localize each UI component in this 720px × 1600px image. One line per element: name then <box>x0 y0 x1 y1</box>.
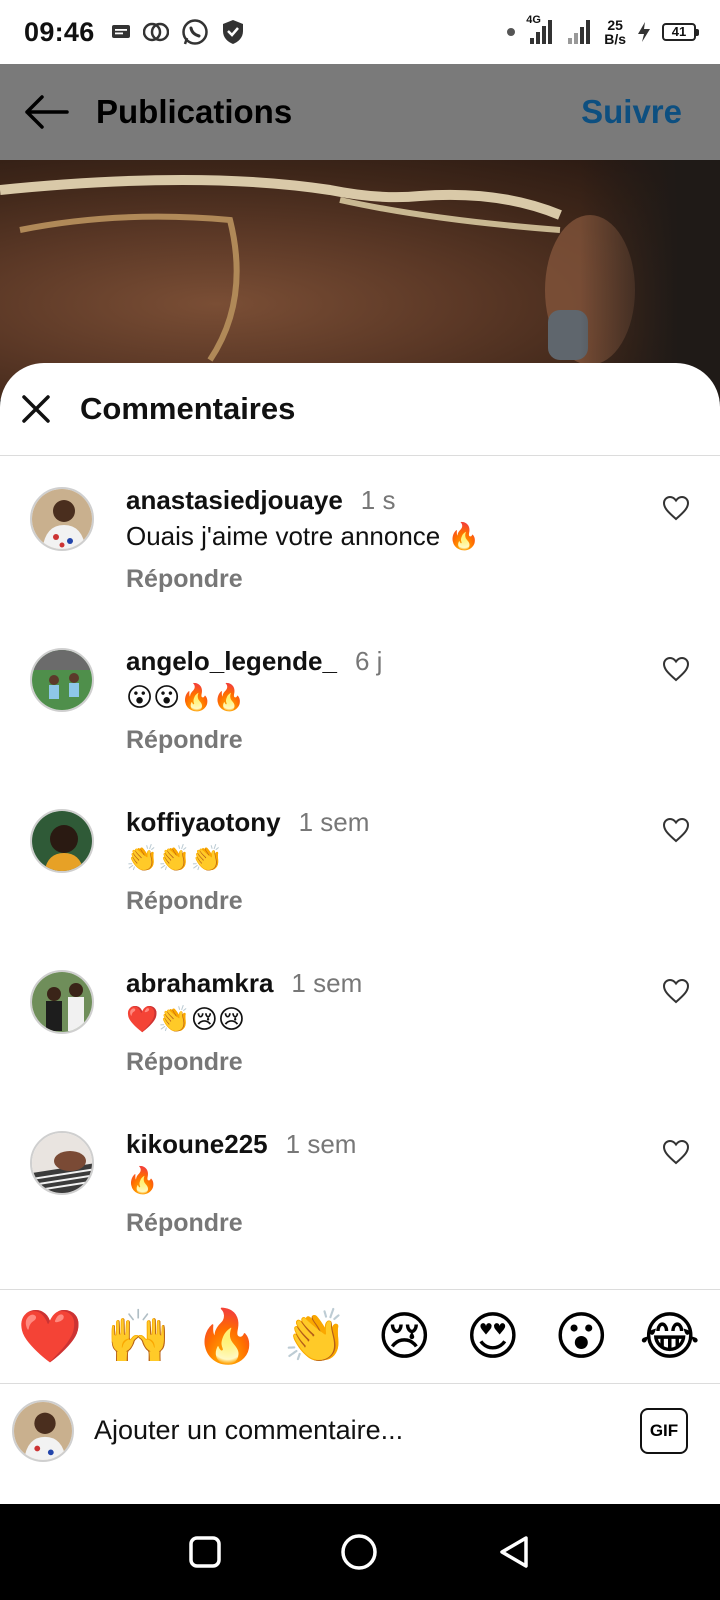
comment-username[interactable]: abrahamkra 1 sem <box>126 968 362 999</box>
comments-sheet: Commentaires anastasiedjouaye 1 s Ouais j… <box>0 363 720 1504</box>
system-indicators: 4G 25 B/s 41 <box>506 14 699 47</box>
avatar[interactable] <box>30 487 94 551</box>
avatar[interactable] <box>30 970 94 1034</box>
comment-item: anastasiedjouaye 1 s Ouais j'aime votre a… <box>0 457 720 607</box>
page-title: Publications <box>96 93 293 130</box>
reply-button[interactable]: Répondre <box>126 1209 243 1238</box>
reply-button[interactable]: Répondre <box>126 1048 243 1077</box>
status-bar: 09:46 4G 25 B/s 41 <box>0 0 720 64</box>
back-button[interactable] <box>496 1534 532 1570</box>
app-icon <box>142 22 169 42</box>
sheet-title: Commentaires <box>80 391 296 426</box>
reply-button[interactable]: Répondre <box>126 565 243 594</box>
heart-icon[interactable] <box>662 978 690 1004</box>
circle-icon <box>341 1534 377 1570</box>
sheet-header: Commentaires <box>0 363 720 456</box>
follow-button[interactable]: Suivre <box>581 93 682 131</box>
comment-item: angelo_legende_ 6 j 😮😮🔥🔥 Répondre <box>0 618 720 768</box>
home-button[interactable] <box>339 1532 379 1572</box>
avatar[interactable] <box>30 648 94 712</box>
avatar[interactable] <box>30 1131 94 1195</box>
comment-username[interactable]: kikoune225 1 sem <box>126 1129 356 1160</box>
charging-icon <box>638 22 650 42</box>
app-header: Publications Suivre <box>0 64 720 160</box>
whatsapp-icon <box>181 19 208 45</box>
dot-indicator <box>507 28 516 36</box>
net-speed: 25 B/s <box>604 17 626 47</box>
current-user-avatar <box>12 1399 74 1462</box>
reaction-heart[interactable]: ❤️ <box>14 1307 86 1367</box>
comment-time: 1 sem <box>298 807 370 837</box>
reaction-cry[interactable]: 😢 <box>368 1307 440 1367</box>
comment-text: Ouais j'aime votre annonce 🔥 <box>126 521 480 551</box>
comment-username[interactable]: anastasiedjouaye 1 s <box>126 485 395 516</box>
reaction-surprised[interactable]: 😮 <box>545 1307 617 1367</box>
heart-icon[interactable] <box>662 656 690 682</box>
shield-icon <box>222 20 243 44</box>
signal-bars-icon <box>568 20 591 44</box>
battery-icon: 41 <box>662 23 699 41</box>
comment-text: ❤️👏😢😢 <box>126 1004 245 1034</box>
comment-username[interactable]: koffiyaotony 1 sem <box>126 807 369 838</box>
triangle-back-icon <box>499 1536 528 1568</box>
comment-username[interactable]: angelo_legende_ 6 j <box>126 646 382 677</box>
heart-icon[interactable] <box>662 495 690 521</box>
reaction-clap[interactable]: 👏 <box>280 1307 352 1367</box>
avatar[interactable] <box>30 809 94 873</box>
comment-item: kikoune225 1 sem 🔥 Répondre <box>0 1101 720 1251</box>
recent-apps-button[interactable] <box>188 1535 222 1569</box>
square-icon <box>189 1536 222 1568</box>
signal-4g-icon: 4G <box>526 14 556 46</box>
comment-input[interactable] <box>94 1415 640 1446</box>
reaction-raised-hands[interactable]: 🙌 <box>103 1307 175 1367</box>
message-icon <box>111 25 130 38</box>
gif-button[interactable]: GIF <box>640 1407 688 1454</box>
comment-text: 👏👏👏 <box>126 843 224 873</box>
comment-item: koffiyaotony 1 sem 👏👏👏 Répondre <box>0 779 720 929</box>
back-arrow-icon[interactable] <box>24 94 70 130</box>
clock: 09:46 <box>24 16 95 47</box>
comment-list[interactable]: anastasiedjouaye 1 s Ouais j'aime votre a… <box>0 457 720 1289</box>
reply-button[interactable]: Répondre <box>126 726 243 755</box>
comment-item-partial <box>0 1262 720 1289</box>
comment-composer: GIF <box>0 1383 720 1477</box>
comment-time: 1 s <box>360 485 396 515</box>
comment-item: abrahamkra 1 sem ❤️👏😢😢 Répondre <box>0 940 720 1090</box>
heart-icon[interactable] <box>662 1139 690 1165</box>
comment-time: 1 sem <box>285 1129 357 1159</box>
comment-time: 6 j <box>354 646 383 676</box>
comment-text: 😮😮🔥🔥 <box>126 682 245 712</box>
comment-text: 🔥 <box>126 1165 159 1195</box>
reaction-fire[interactable]: 🔥 <box>191 1307 263 1367</box>
quick-reactions-bar: ❤️ 🙌 🔥 👏 😢 😍 😮 😂 <box>0 1289 720 1383</box>
comment-time: 1 sem <box>291 968 363 998</box>
close-icon[interactable] <box>18 391 54 427</box>
reaction-laugh-tears[interactable]: 😂 <box>634 1307 706 1367</box>
notification-icons <box>111 18 245 46</box>
reaction-heart-eyes[interactable]: 😍 <box>457 1307 529 1367</box>
system-nav-bar <box>0 1504 720 1600</box>
heart-icon[interactable] <box>662 817 690 843</box>
reply-button[interactable]: Répondre <box>126 887 243 916</box>
